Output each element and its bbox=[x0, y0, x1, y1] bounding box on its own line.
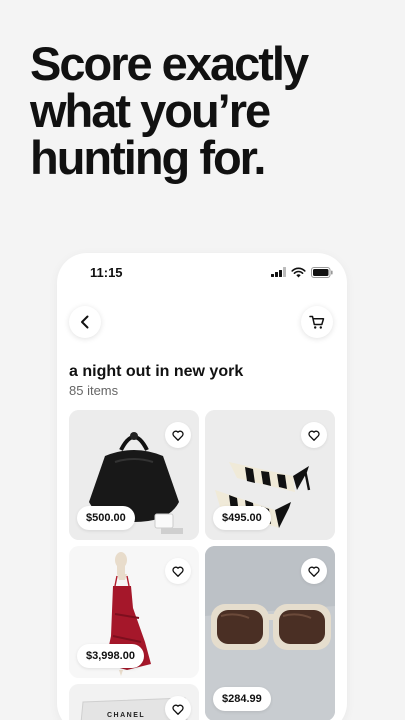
status-icons bbox=[271, 266, 333, 278]
cart-icon bbox=[309, 315, 325, 329]
product-card[interactable]: CHANEL bbox=[69, 684, 199, 720]
product-card[interactable]: $495.00 bbox=[205, 410, 335, 540]
favorite-button[interactable] bbox=[301, 422, 327, 448]
favorite-button[interactable] bbox=[165, 558, 191, 584]
headline-line-3: hunting for. bbox=[30, 131, 266, 184]
item-count: 85 items bbox=[69, 383, 119, 398]
heart-icon bbox=[172, 430, 184, 441]
price-tag: $284.99 bbox=[213, 687, 271, 711]
product-card[interactable]: $500.00 bbox=[69, 410, 199, 540]
product-card[interactable]: $3,998.00 bbox=[69, 546, 199, 678]
favorite-button[interactable] bbox=[165, 422, 191, 448]
chevron-left-icon bbox=[81, 315, 89, 329]
headline-line-1: Score exactly bbox=[30, 37, 309, 90]
brand-label: CHANEL bbox=[107, 712, 146, 719]
favorite-button[interactable] bbox=[301, 558, 327, 584]
heart-icon bbox=[172, 566, 184, 577]
heart-icon bbox=[308, 566, 320, 577]
price-tag: $495.00 bbox=[213, 506, 271, 530]
cart-button[interactable] bbox=[301, 306, 333, 338]
heart-icon bbox=[172, 704, 184, 715]
headline-line-2: what you’re bbox=[30, 84, 271, 137]
product-card[interactable]: $284.99 bbox=[205, 546, 335, 720]
phone-mockup: 11:15 a night out in new york 85 items $… bbox=[57, 253, 347, 720]
price-tag: $3,998.00 bbox=[77, 644, 144, 668]
heart-icon bbox=[308, 430, 320, 441]
back-button[interactable] bbox=[69, 306, 101, 338]
page-title: a night out in new york bbox=[69, 363, 244, 380]
signal-icon bbox=[271, 267, 286, 277]
favorite-button[interactable] bbox=[165, 696, 191, 720]
price-tag: $500.00 bbox=[77, 506, 135, 530]
headline: Score exactly what you’re hunting for. bbox=[30, 40, 390, 181]
battery-icon bbox=[311, 266, 333, 278]
status-bar: 11:15 bbox=[57, 253, 347, 293]
wifi-icon bbox=[291, 267, 306, 277]
status-time: 11:15 bbox=[90, 265, 123, 280]
